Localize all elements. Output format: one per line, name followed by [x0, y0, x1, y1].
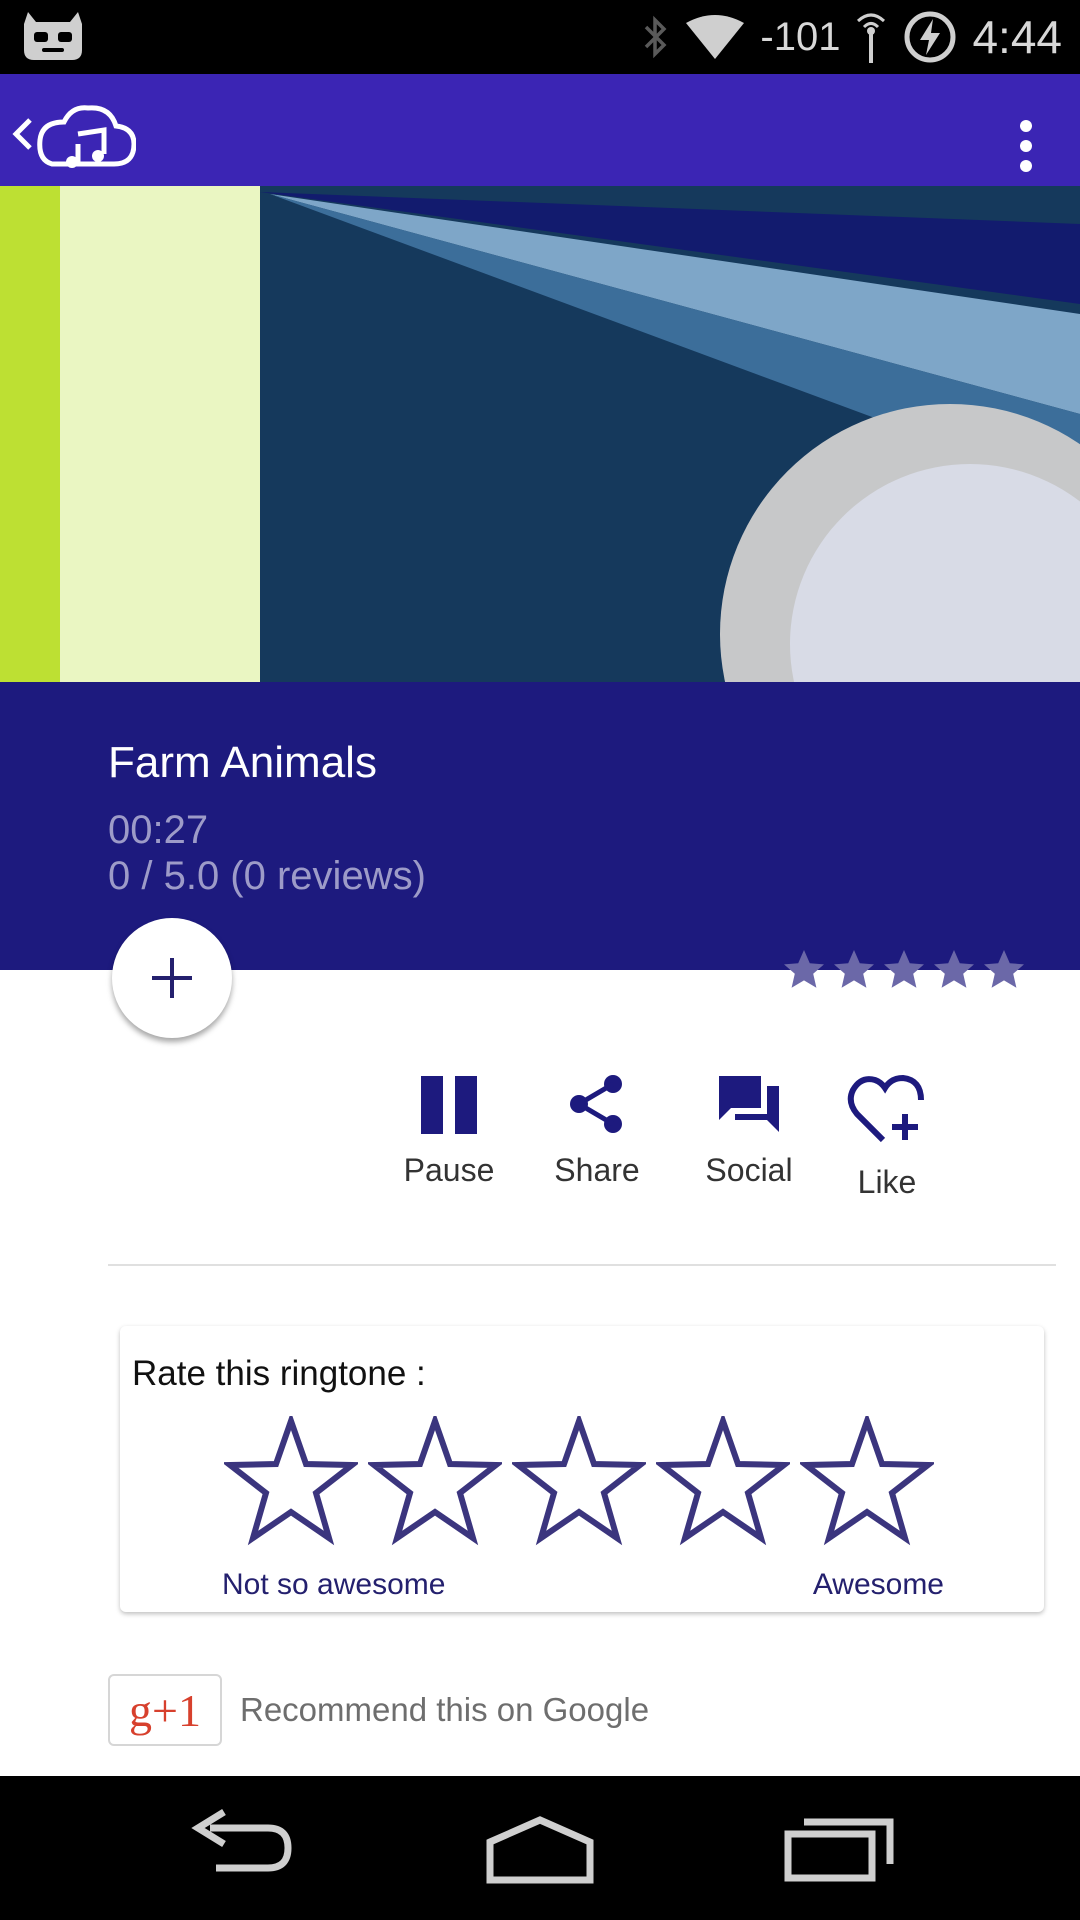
app-bar [0, 74, 1080, 186]
back-nav-icon[interactable] [180, 1804, 300, 1890]
bluetooth-icon [645, 15, 667, 59]
google-plus-one-button[interactable]: g+1 [108, 1674, 222, 1746]
google-recommend-text: Recommend this on Google [240, 1691, 650, 1728]
cyanogen-icon [24, 12, 82, 60]
home-nav-icon[interactable] [480, 1804, 600, 1890]
star-outline-icon[interactable] [512, 1416, 646, 1546]
share-label: Share [554, 1152, 640, 1188]
rate-title: Rate this ringtone : [132, 1354, 426, 1393]
like-button[interactable]: Like [812, 1074, 962, 1234]
clock: 4:44 [972, 11, 1062, 63]
social-button[interactable]: Social [674, 1074, 824, 1234]
ringtone-duration: 00:27 [108, 808, 209, 852]
recents-nav-icon[interactable] [780, 1804, 900, 1890]
action-row: Pause Share Social Like [0, 1074, 1080, 1234]
rate-high-label: Awesome [812, 1568, 944, 1601]
divider [108, 1264, 1056, 1266]
navigation-bar [0, 1776, 1080, 1920]
heart-plus-icon [847, 1074, 924, 1143]
rating-bar[interactable] [224, 1416, 944, 1546]
pause-button[interactable]: Pause [374, 1074, 524, 1234]
ringtone-detail-screen: Farm Animals 00:27 0 / 5.0 (0 reviews) P… [0, 74, 1080, 1776]
star-icon [984, 950, 1024, 988]
add-button[interactable] [112, 918, 232, 1038]
star-icon [884, 950, 924, 988]
battery-charging-icon [904, 11, 956, 63]
pause-label: Pause [403, 1152, 495, 1188]
like-label: Like [857, 1164, 917, 1200]
share-button[interactable]: Share [522, 1074, 672, 1234]
average-rating-stars [780, 946, 1030, 998]
pause-icon [421, 1076, 477, 1134]
rate-low-label: Not so awesome [222, 1568, 446, 1601]
star-outline-icon[interactable] [368, 1416, 502, 1546]
status-bar: -101 4:44 [0, 0, 1080, 74]
star-outline-icon[interactable] [656, 1416, 790, 1546]
rating-summary: 0 / 5.0 (0 reviews) [108, 854, 426, 898]
ringtone-title: Farm Animals [108, 738, 377, 787]
rate-card: Rate this ringtone : Not so awesome Awes… [120, 1326, 1044, 1612]
star-icon [784, 950, 824, 988]
wifi-icon [686, 15, 745, 59]
star-icon [834, 950, 874, 988]
signal-icon [857, 13, 886, 63]
star-outline-icon[interactable] [800, 1416, 934, 1546]
share-icon [570, 1075, 622, 1133]
social-label: Social [705, 1152, 793, 1188]
signal-text: -101 [760, 14, 841, 59]
star-outline-icon[interactable] [224, 1416, 358, 1546]
star-icon [934, 950, 974, 988]
more-vert-icon[interactable] [1014, 118, 1038, 174]
google-recommend: g+1 Recommend this on Google [108, 1674, 649, 1746]
plus-icon [152, 958, 192, 998]
forum-icon [719, 1076, 779, 1132]
back-arrow-icon[interactable] [6, 104, 136, 168]
